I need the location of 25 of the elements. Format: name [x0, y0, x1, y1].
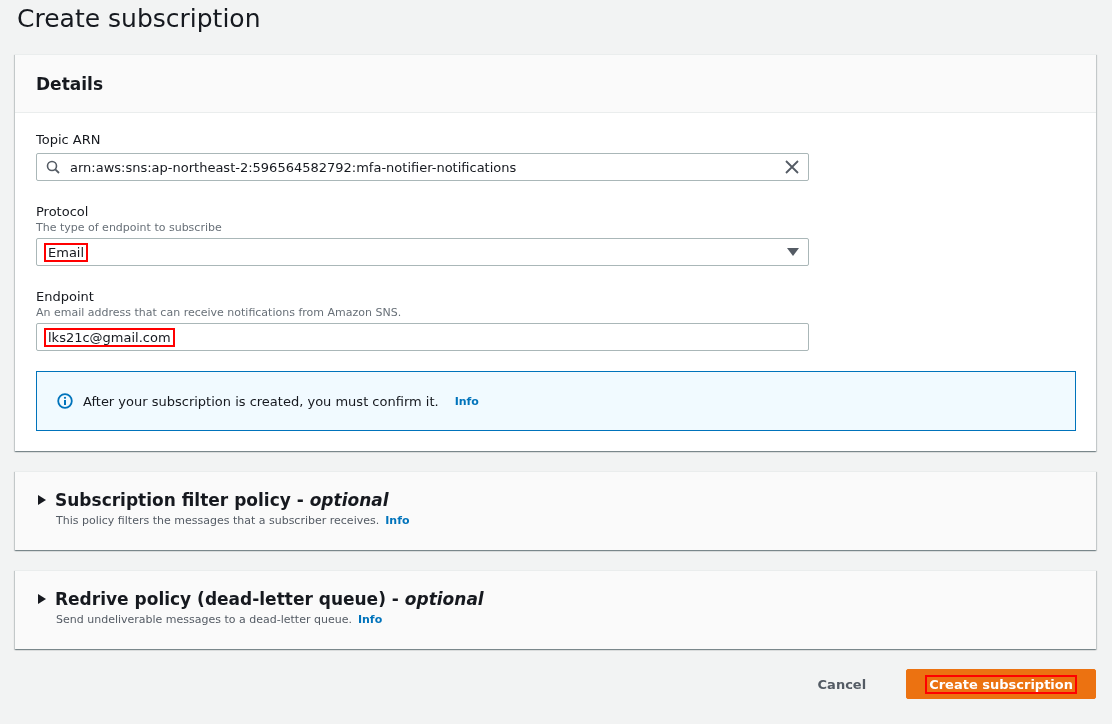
section-title[interactable]: Redrive policy (dead-letter queue) - optional — [55, 589, 484, 609]
panel-title: Details — [36, 73, 103, 94]
field-description: The type of endpoint to subscribe — [36, 221, 223, 234]
field-label: Protocol — [36, 204, 89, 219]
field-description: An email address that can receive notifications from Amazon SNS. — [36, 306, 403, 319]
protocol-dropdown[interactable]: Email — [36, 238, 809, 266]
dropdown-arrow-icon — [787, 248, 799, 256]
section-description: This policy filters the messages that a subscriber receives. — [56, 514, 380, 527]
caret-right-icon[interactable] — [37, 494, 47, 506]
cancel-button[interactable]: Cancel — [801, 672, 883, 696]
alert-text: After your subscription is created, you must confirm it. — [83, 393, 439, 409]
page-title: Create subscription — [16, 3, 262, 35]
info-link[interactable]: Info — [454, 394, 479, 408]
endpoint-input-field[interactable]: lks21c@gmail.com — [36, 323, 809, 351]
clear-icon[interactable] — [785, 160, 799, 174]
info-icon — [57, 393, 73, 409]
field-label: Endpoint — [36, 289, 94, 304]
info-link[interactable]: Info — [385, 514, 410, 527]
section-title[interactable]: Subscription filter policy - optional — [55, 490, 389, 510]
field-label: Topic ARN — [36, 132, 101, 147]
section-description: Send undeliverable messages to a dead-letter queue. — [56, 613, 352, 626]
search-icon — [46, 160, 60, 174]
info-link[interactable]: Info — [357, 613, 383, 626]
topic-search-field[interactable]: arn:aws:sns:ap-northeast-2:596564582792:mfa-notifier-notifications — [36, 153, 809, 181]
caret-right-icon[interactable] — [37, 593, 47, 605]
